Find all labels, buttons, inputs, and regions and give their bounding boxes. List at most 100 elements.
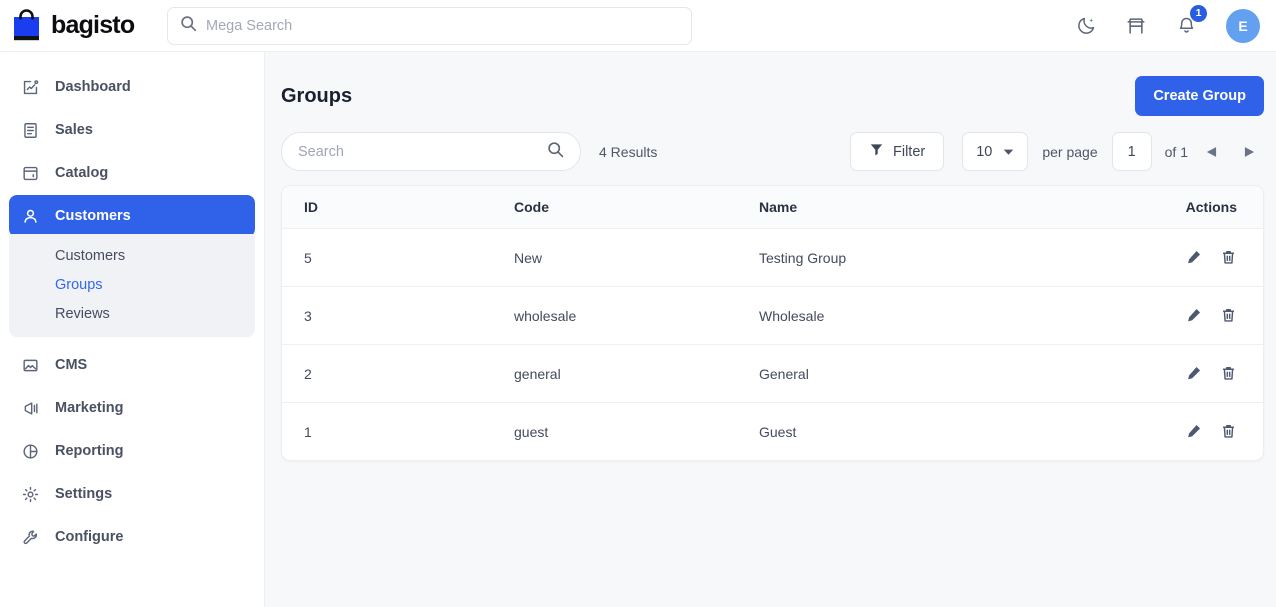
main-content: Groups Create Group 4 Results xyxy=(265,52,1276,607)
top-bar: bagisto Mega Search 1 E xyxy=(0,0,1276,52)
cell-code: general xyxy=(514,344,759,403)
mega-search-placeholder: Mega Search xyxy=(206,17,293,34)
table-body: 5 New Testing Group 3 wholesale Wholesal… xyxy=(282,228,1263,461)
sidebar-subitem-label: Customers xyxy=(55,247,126,264)
sidebar-subitem-label: Groups xyxy=(55,276,103,293)
document-lines-icon xyxy=(20,120,41,141)
sidebar: Dashboard Sales Catalog Customers Custom… xyxy=(0,52,265,607)
pencil-icon[interactable] xyxy=(1185,249,1202,266)
table-row[interactable]: 1 guest Guest xyxy=(282,403,1263,461)
sidebar-item-label: Reporting xyxy=(55,443,124,459)
image-icon xyxy=(20,355,41,376)
per-page-select[interactable]: 10 xyxy=(962,132,1029,171)
sidebar-item-label: Catalog xyxy=(55,165,109,181)
per-page-value: 10 xyxy=(976,143,993,160)
column-header-actions: Actions xyxy=(1143,186,1263,229)
pie-chart-icon xyxy=(20,441,41,462)
sidebar-item-label: Configure xyxy=(55,529,124,545)
column-header-name[interactable]: Name xyxy=(759,186,1143,229)
search-icon xyxy=(180,15,197,37)
sidebar-item-configure[interactable]: Configure xyxy=(9,516,255,558)
bell-icon[interactable]: 1 xyxy=(1174,4,1207,38)
store-icon[interactable] xyxy=(1124,14,1148,38)
table-head: ID Code Name Actions xyxy=(282,186,1263,229)
filter-button[interactable]: Filter xyxy=(849,132,945,171)
page-number-value: 1 xyxy=(1127,143,1136,160)
mega-search-box[interactable]: Mega Search xyxy=(167,6,692,45)
sidebar-item-label: Dashboard xyxy=(55,79,131,95)
of-total-pages: of 1 xyxy=(1164,143,1188,160)
filter-label: Filter xyxy=(892,143,926,160)
cell-id: 3 xyxy=(282,286,514,345)
cell-actions xyxy=(1143,344,1263,403)
trash-icon[interactable] xyxy=(1220,423,1237,440)
per-page-label: per page xyxy=(1042,143,1098,160)
sidebar-item-label: Marketing xyxy=(55,400,124,416)
catalog-window-icon xyxy=(20,163,41,184)
moon-icon[interactable] xyxy=(1074,14,1098,38)
shopping-bag-logo-icon xyxy=(10,8,44,44)
cell-id: 5 xyxy=(282,228,514,287)
cell-code: New xyxy=(514,228,759,287)
sidebar-item-marketing[interactable]: Marketing xyxy=(9,387,255,429)
sidebar-item-reporting[interactable]: Reporting xyxy=(9,430,255,472)
column-header-id[interactable]: ID xyxy=(282,186,514,229)
sidebar-item-dashboard[interactable]: Dashboard xyxy=(9,66,255,108)
cell-id: 1 xyxy=(304,423,312,440)
funnel-icon xyxy=(869,142,884,161)
cell-name: Guest xyxy=(759,423,797,440)
search-icon[interactable] xyxy=(547,141,564,163)
sidebar-subitem-label: Reviews xyxy=(55,305,110,322)
pencil-icon[interactable] xyxy=(1185,307,1202,324)
pencil-icon[interactable] xyxy=(1185,365,1202,382)
sidebar-subitem-groups[interactable]: Groups xyxy=(9,270,255,299)
sidebar-item-sales[interactable]: Sales xyxy=(9,109,255,151)
chevron-down-icon xyxy=(1003,144,1014,160)
table-header-row: ID Code Name Actions xyxy=(282,186,1263,229)
notification-badge: 1 xyxy=(1190,4,1207,22)
prev-page-button[interactable] xyxy=(1196,137,1226,167)
page-number-input[interactable]: 1 xyxy=(1111,132,1152,171)
search-input-wrapper[interactable] xyxy=(281,132,581,171)
next-page-button[interactable] xyxy=(1234,137,1264,167)
cell-actions xyxy=(1143,286,1263,345)
table-row[interactable]: 5 New Testing Group xyxy=(282,228,1263,287)
avatar[interactable]: E xyxy=(1226,8,1260,43)
cell-code: wholesale xyxy=(514,286,759,345)
brand-logo[interactable]: bagisto xyxy=(10,8,155,44)
groups-table-card: ID Code Name Actions 5 New Testing Group xyxy=(281,185,1264,461)
sidebar-subitem-reviews[interactable]: Reviews xyxy=(9,299,255,328)
page-header: Groups Create Group xyxy=(279,52,1270,120)
sidebar-item-catalog[interactable]: Catalog xyxy=(9,152,255,194)
sidebar-item-label: Sales xyxy=(55,122,93,138)
gear-icon xyxy=(20,484,41,505)
column-header-code[interactable]: Code xyxy=(514,186,759,229)
trash-icon[interactable] xyxy=(1220,365,1237,382)
trash-icon[interactable] xyxy=(1220,307,1237,324)
cell-name: General xyxy=(759,344,1143,403)
table-row[interactable]: 2 general General xyxy=(282,344,1263,403)
toolbar-right: Filter 10 per page 1 of 1 xyxy=(849,132,1264,171)
cell-code: guest xyxy=(514,423,549,440)
sidebar-subitem-customers[interactable]: Customers xyxy=(9,241,255,270)
trash-icon[interactable] xyxy=(1220,249,1237,266)
cell-name: Wholesale xyxy=(759,286,1143,345)
sidebar-item-cms[interactable]: CMS xyxy=(9,344,255,386)
sidebar-item-label: Settings xyxy=(55,486,113,502)
table-row[interactable]: 3 wholesale Wholesale xyxy=(282,286,1263,345)
table-toolbar: 4 Results Filter 10 per page xyxy=(279,120,1270,185)
cell-name: Testing Group xyxy=(759,228,1143,287)
results-count: 4 Results xyxy=(599,143,658,160)
cell-id: 2 xyxy=(282,344,514,403)
sidebar-item-settings[interactable]: Settings xyxy=(9,473,255,515)
brand-name: bagisto xyxy=(51,11,135,39)
megaphone-icon xyxy=(20,398,41,419)
sidebar-item-customers[interactable]: Customers xyxy=(9,195,255,237)
pencil-icon[interactable] xyxy=(1185,423,1202,440)
sidebar-submenu-customers: Customers Groups Reviews xyxy=(9,234,255,337)
top-bar-actions: 1 E xyxy=(1074,4,1262,43)
search-input[interactable] xyxy=(298,143,539,160)
create-group-button[interactable]: Create Group xyxy=(1135,76,1264,116)
page-title: Groups xyxy=(281,84,353,107)
dashboard-chart-icon xyxy=(20,77,41,98)
